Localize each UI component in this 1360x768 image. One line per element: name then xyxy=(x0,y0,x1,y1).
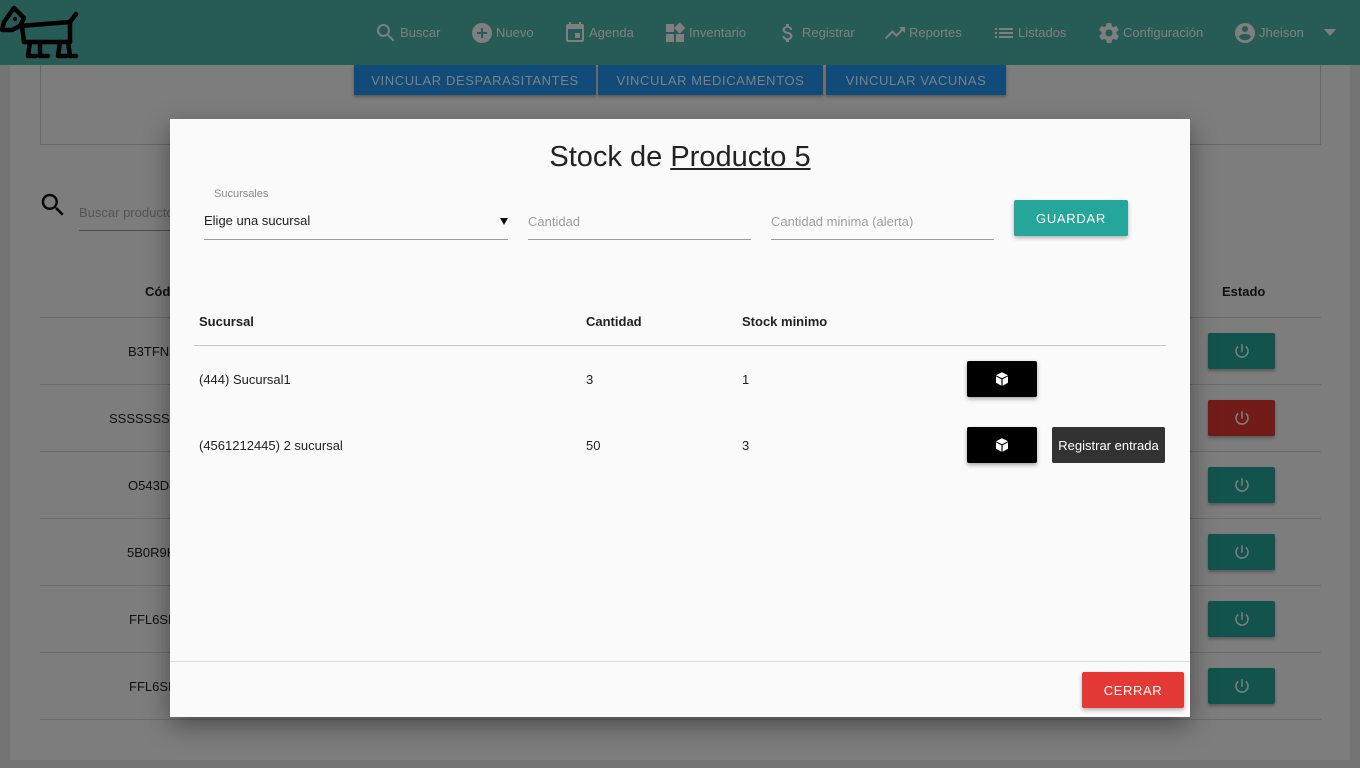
branch-select-value: Elige una sucursal xyxy=(204,213,311,228)
product-name-link[interactable]: Producto 5 xyxy=(670,141,810,173)
row-cantidad: 50 xyxy=(586,438,601,453)
register-entry-tooltip: Registrar entrada xyxy=(1052,427,1165,463)
row-stock-minimo: 1 xyxy=(742,372,750,387)
row-sucursal: (444) Sucursal1 xyxy=(199,372,291,387)
table-header-divider xyxy=(194,345,1166,346)
column-header-sucursal: Sucursal xyxy=(199,314,254,329)
register-entry-button[interactable] xyxy=(967,361,1037,397)
box-icon xyxy=(996,372,1008,386)
save-button[interactable]: GUARDAR xyxy=(1014,200,1128,236)
modal-title: Stock de Producto 5 xyxy=(170,141,1190,174)
column-header-cantidad: Cantidad xyxy=(586,314,642,329)
select-caret-icon xyxy=(500,218,508,225)
row-sucursal: (4561212445) 2 sucursal xyxy=(199,438,343,453)
column-header-stock-minimo: Stock minimo xyxy=(742,314,828,329)
row-stock-minimo: 3 xyxy=(742,438,750,453)
register-entry-button[interactable] xyxy=(967,427,1037,463)
branch-select[interactable]: Elige una sucursal xyxy=(204,204,508,240)
stock-modal: Stock de Producto 5 Sucursales Elige una… xyxy=(170,119,1190,717)
modal-title-prefix: Stock de xyxy=(549,141,663,173)
branch-select-label: Sucursales xyxy=(214,188,269,200)
min-quantity-input[interactable]: Cantidad minima (alerta) xyxy=(771,204,994,240)
box-icon xyxy=(996,438,1008,452)
modal-footer-divider xyxy=(170,661,1190,662)
close-button[interactable]: CERRAR xyxy=(1082,672,1184,708)
quantity-input[interactable]: Cantidad xyxy=(528,204,751,240)
row-cantidad: 3 xyxy=(586,372,594,387)
